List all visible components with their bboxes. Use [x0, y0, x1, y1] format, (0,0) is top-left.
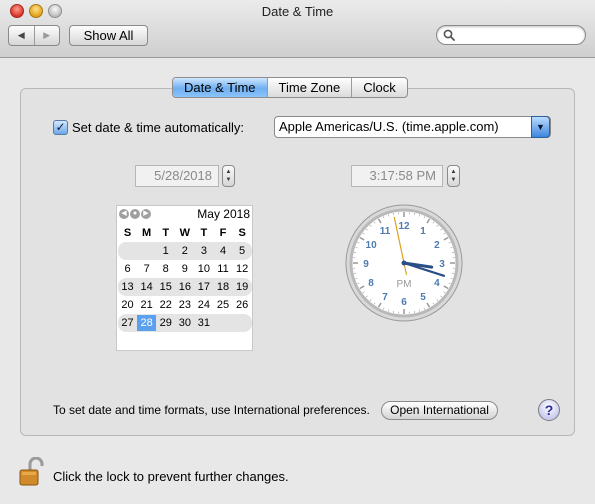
calendar-day[interactable]: 18 [213, 279, 232, 295]
clock-numeral: 8 [368, 278, 374, 289]
clock-center-pin [401, 260, 407, 266]
calendar-grid: S M T W T F S 1 2 3 4 5 6 7 8 9 10 11 12 13 14 15 16 17 18 19 20 21… [118, 224, 252, 332]
weekday-label: M [142, 227, 152, 239]
clock-ampm-label: PM [397, 279, 412, 290]
calendar-weekday-row: SMTWTFS [118, 224, 252, 242]
calendar-day[interactable]: 26 [233, 297, 252, 313]
time-server-value: Apple Americas/U.S. (time.apple.com) [279, 119, 499, 134]
calendar-day[interactable]: 5 [233, 243, 252, 259]
calendar-day[interactable]: 4 [213, 243, 232, 259]
calendar-day[interactable]: 21 [137, 297, 156, 313]
clock-numeral: 12 [398, 221, 410, 232]
time-stepper[interactable]: ▲ ▼ [447, 165, 460, 187]
tab-clock[interactable]: Clock [352, 78, 407, 97]
calendar-day[interactable]: 25 [213, 297, 232, 313]
calendar-day[interactable]: 1 [156, 243, 175, 259]
back-button[interactable]: ◀ [9, 26, 34, 45]
calendar-day[interactable]: 6 [118, 261, 137, 277]
clock-numeral: 10 [366, 240, 378, 251]
today-icon[interactable]: ● [130, 209, 140, 219]
calendar-day[interactable]: 12 [233, 261, 252, 277]
calendar-day[interactable]: 2 [175, 243, 194, 259]
window-titlebar: Date & Time ◀ ▶ Show All [0, 0, 595, 58]
clock-numeral: 11 [380, 226, 391, 237]
clock-numeral: 3 [439, 259, 445, 270]
lock-icon[interactable] [18, 457, 44, 487]
clock-numeral: 5 [420, 292, 426, 303]
calendar-day[interactable]: 27 [118, 315, 137, 331]
calendar-week-row: 13 14 15 16 17 18 19 [118, 278, 252, 296]
calendar-day[interactable]: 23 [175, 297, 194, 313]
calendar-week-row: 6 7 8 9 10 11 12 [118, 260, 252, 278]
calendar-week-row: 27 28 29 30 31 [118, 314, 252, 332]
weekday-label: W [179, 227, 191, 239]
calendar-week-row: 20 21 22 23 24 25 26 [118, 296, 252, 314]
search-icon [443, 29, 455, 41]
calendar-day[interactable]: 8 [156, 261, 175, 277]
calendar: ◀ ● ▶ May 2018 S M T W T F S 1 2 3 4 5 6 7 8 9 10 11 12 13 1… [116, 205, 253, 351]
chevron-down-icon: ▼ [531, 116, 550, 138]
calendar-day[interactable]: 20 [118, 297, 137, 313]
weekday-label: S [123, 227, 132, 239]
time-field[interactable]: 3:17:58 PM [351, 165, 443, 187]
clock-numeral: 4 [434, 278, 440, 289]
stepper-down-icon: ▼ [225, 177, 232, 183]
clock-numeral: 6 [401, 297, 407, 308]
formats-hint: To set date and time formats, use Intern… [53, 403, 370, 417]
calendar-day[interactable]: 14 [137, 279, 156, 295]
open-international-button[interactable]: Open International [381, 401, 498, 420]
stepper-down-icon: ▼ [450, 177, 457, 183]
auto-time-label: Set date & time automatically: [72, 119, 244, 135]
stepper-up-icon: ▲ [450, 169, 457, 175]
lock-hint: Click the lock to prevent further change… [53, 469, 289, 484]
calendar-day[interactable]: 22 [156, 297, 175, 313]
calendar-day[interactable]: 9 [175, 261, 194, 277]
weekday-label: T [162, 227, 170, 239]
weekday-label: T [200, 227, 208, 239]
content-panel [20, 88, 575, 436]
clock-numeral: 1 [420, 226, 426, 237]
window-title: Date & Time [261, 4, 334, 19]
previous-month-icon[interactable]: ◀ [119, 209, 129, 219]
clock-numeral: 9 [363, 259, 369, 270]
calendar-day[interactable]: 3 [194, 243, 213, 259]
auto-time-row: ✓ Set date & time automatically: [53, 118, 244, 136]
calendar-day[interactable]: 28 [137, 315, 157, 331]
calendar-day[interactable]: 30 [175, 315, 194, 331]
help-button[interactable]: ? [538, 399, 560, 421]
calendar-day[interactable]: 29 [156, 315, 175, 331]
analog-clock: 12 12 3 45 6 78 9 1011 PM [345, 204, 463, 322]
clock-numeral: 7 [382, 292, 388, 303]
tab-date-time[interactable]: Date & Time [173, 78, 268, 97]
calendar-day[interactable]: 24 [194, 297, 213, 313]
calendar-month-title: May 2018 [197, 207, 250, 221]
calendar-day[interactable]: 31 [194, 315, 213, 331]
auto-time-checkbox[interactable]: ✓ [53, 119, 68, 135]
time-server-popup[interactable]: Apple Americas/U.S. (time.apple.com) ▼ [274, 116, 551, 138]
calendar-day[interactable]: 16 [175, 279, 194, 295]
calendar-day[interactable]: 19 [233, 279, 252, 295]
calendar-day[interactable]: 15 [156, 279, 175, 295]
weekday-label: S [238, 227, 246, 239]
calendar-week-row: 12345 [118, 242, 252, 260]
date-stepper[interactable]: ▲ ▼ [222, 165, 235, 187]
forward-button[interactable]: ▶ [33, 26, 60, 45]
calendar-day[interactable]: 13 [118, 279, 137, 295]
tab-time-zone[interactable]: Time Zone [268, 78, 353, 97]
stepper-up-icon: ▲ [225, 169, 232, 175]
calendar-day[interactable]: 7 [137, 261, 156, 277]
calendar-nav: ◀ ● ▶ [119, 209, 151, 219]
weekday-label: F [219, 227, 227, 239]
date-field[interactable]: 5/28/2018 [135, 165, 219, 187]
back-forward-group: ◀ ▶ [8, 25, 60, 46]
search-input[interactable] [436, 25, 586, 45]
calendar-day[interactable]: 17 [194, 279, 213, 295]
show-all-button[interactable]: Show All [69, 25, 148, 46]
next-month-icon[interactable]: ▶ [141, 209, 151, 219]
calendar-day[interactable]: 11 [213, 261, 232, 277]
calendar-day[interactable]: 10 [194, 261, 213, 277]
tab-bar: Date & Time Time Zone Clock [172, 77, 408, 98]
clock-numeral: 2 [434, 240, 440, 251]
